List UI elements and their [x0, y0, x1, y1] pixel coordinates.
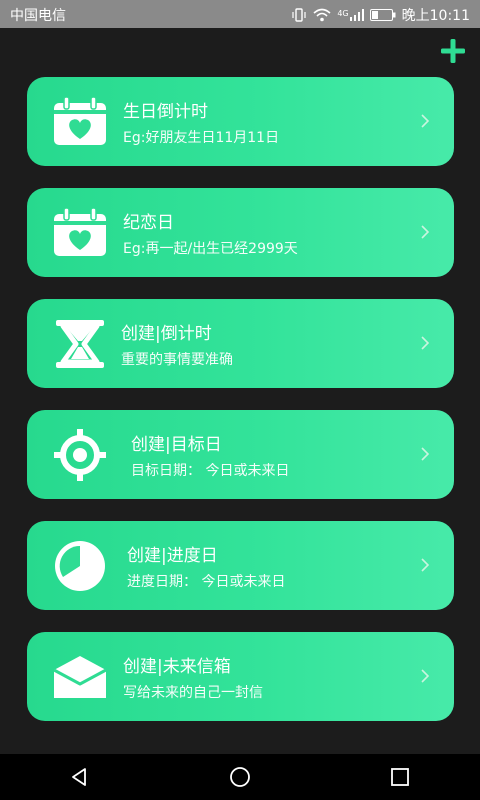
signal-icon: 4G — [337, 9, 364, 21]
card-title: 创建|目标日 — [131, 435, 222, 455]
battery-icon — [369, 9, 396, 21]
card-create-target-day[interactable]: 创建|目标日 目标日期： 今日或未来日 — [27, 410, 454, 499]
calendar-heart-icon — [51, 95, 109, 149]
status-icons: 4G 晚上10:11 — [291, 5, 470, 25]
plus-icon — [441, 39, 465, 63]
nav-back-button[interactable] — [50, 757, 110, 797]
calendar-heart-icon — [51, 206, 109, 260]
card-title: 创建|进度日 — [127, 546, 218, 566]
card-birthday-countdown[interactable]: 生日倒计时 Eg:好朋友生日11月11日 — [27, 77, 454, 166]
card-subtitle: 重要的事情要准确 — [121, 352, 233, 368]
navigation-bar — [0, 754, 480, 800]
envelope-icon — [51, 650, 109, 704]
status-bar: 中国电信 4G 晚上10:11 — [0, 0, 480, 28]
chevron-right-icon — [421, 225, 430, 239]
card-subtitle: Eg:好朋友生日11月11日 — [123, 130, 280, 146]
chevron-right-icon — [421, 669, 430, 683]
nav-recents-button[interactable] — [370, 757, 430, 797]
wifi-icon — [313, 8, 331, 22]
target-icon — [51, 428, 109, 482]
card-title: 生日倒计时 — [123, 102, 208, 122]
chevron-right-icon — [421, 336, 430, 350]
chevron-right-icon — [421, 447, 430, 461]
pie-progress-icon — [51, 539, 109, 593]
card-title: 创建|未来信箱 — [123, 657, 231, 677]
home-circle-icon — [230, 767, 250, 787]
chevron-right-icon — [421, 558, 430, 572]
add-button[interactable] — [434, 34, 472, 68]
clock-label: 晚上10:11 — [401, 8, 470, 24]
hourglass-icon — [51, 317, 109, 371]
carrier-label: 中国电信 — [10, 8, 66, 24]
card-subtitle: 目标日期： 今日或未来日 — [131, 463, 290, 479]
card-title: 纪恋日 — [123, 213, 174, 233]
card-create-future-mailbox[interactable]: 创建|未来信箱 写给未来的自己一封信 — [27, 632, 454, 721]
nav-home-button[interactable] — [210, 757, 270, 797]
back-triangle-icon — [72, 768, 86, 786]
card-create-countdown[interactable]: 创建|倒计时 重要的事情要准确 — [27, 299, 454, 388]
card-title: 创建|倒计时 — [121, 324, 212, 344]
network-type-label: 4G — [337, 9, 349, 18]
chevron-right-icon — [421, 114, 430, 128]
card-subtitle: Eg:再一起/出生已经2999天 — [123, 241, 298, 257]
card-create-progress-day[interactable]: 创建|进度日 进度日期： 今日或未来日 — [27, 521, 454, 610]
recents-square-icon — [391, 768, 409, 786]
card-subtitle: 写给未来的自己一封信 — [123, 685, 263, 701]
vibrate-icon — [291, 8, 307, 22]
card-subtitle: 进度日期： 今日或未来日 — [127, 574, 286, 590]
card-anniversary[interactable]: 纪恋日 Eg:再一起/出生已经2999天 — [27, 188, 454, 277]
